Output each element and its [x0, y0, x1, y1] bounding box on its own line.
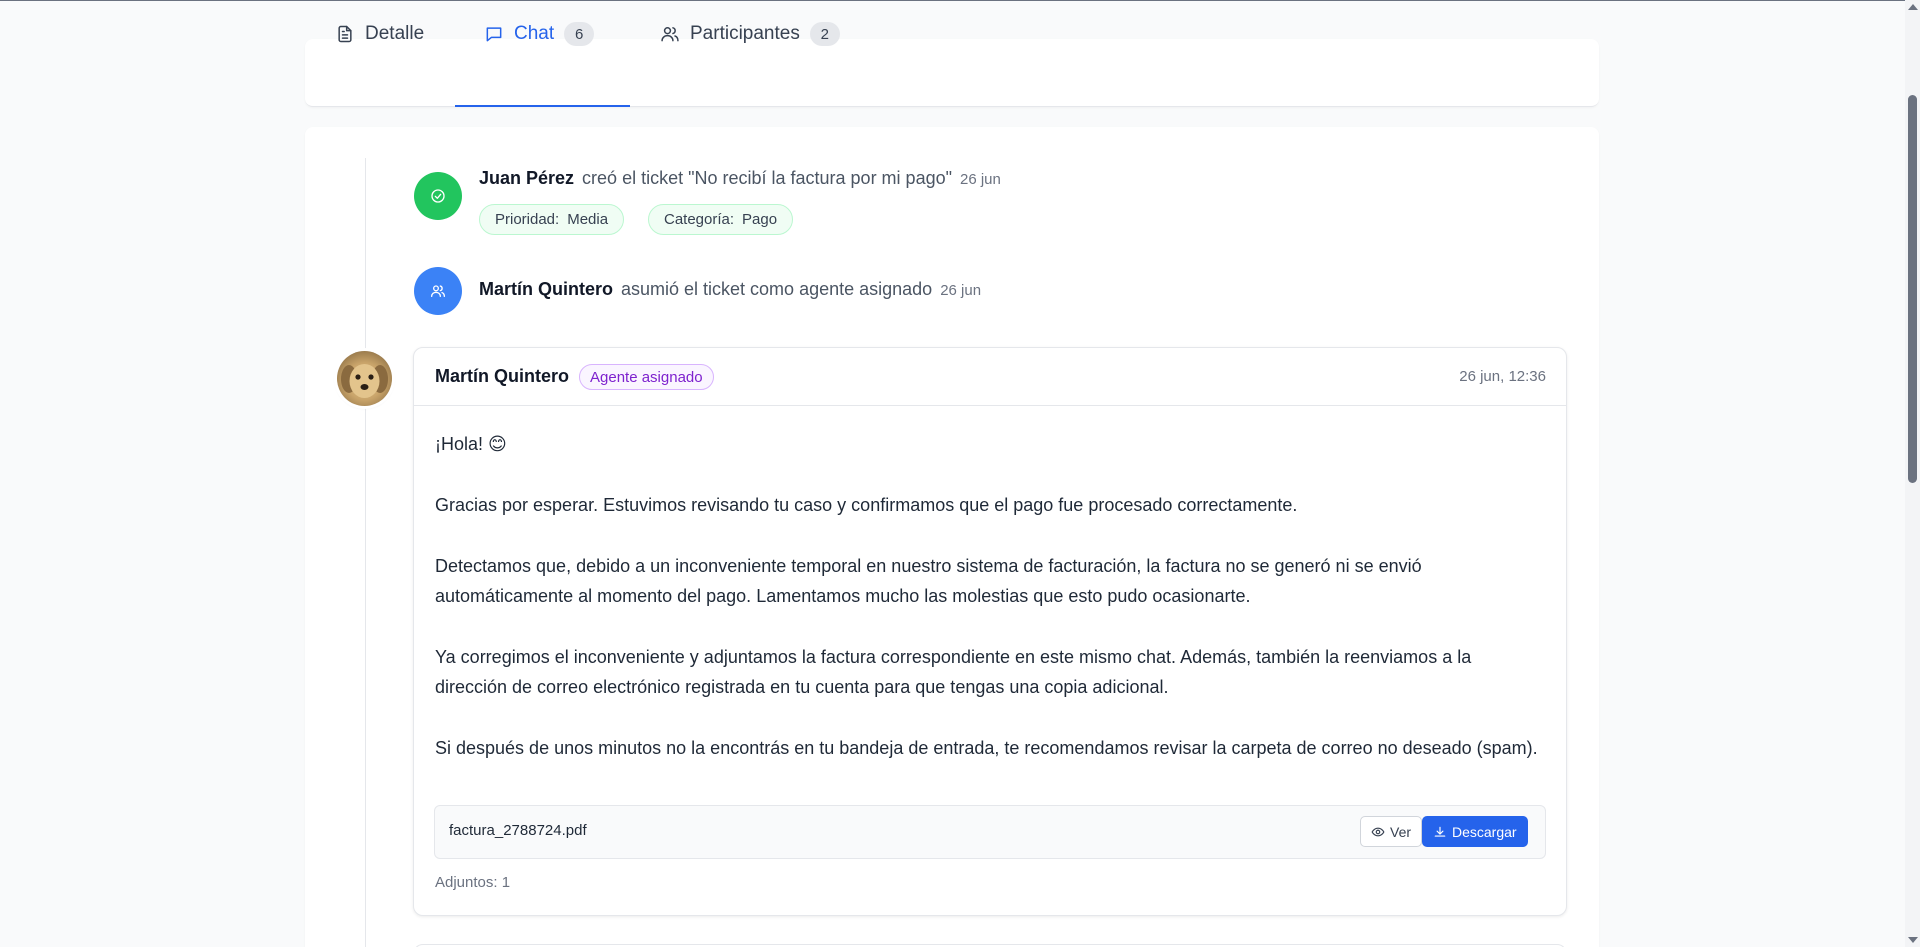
tab-label: Chat	[514, 23, 555, 44]
chip-key: Categoría:	[664, 211, 735, 228]
event-created: Juan Pérez creó el ticket "No recibí la f…	[479, 168, 1001, 189]
message-header: Martín Quintero Agente asignado 26 jun, …	[414, 348, 1566, 406]
users-icon	[431, 285, 445, 297]
message-paragraph: Ya corregimos el inconveniente y adjunta…	[435, 647, 1472, 697]
message-paragraph: ¡Hola! 😊	[435, 434, 507, 454]
priority-chip: Prioridad: Media	[479, 204, 625, 235]
event-assigned: Martín Quintero asumió el ticket como age…	[479, 279, 981, 300]
message-timestamp: 26 jun, 12:36	[1459, 368, 1546, 385]
scroll-down-arrow[interactable]	[1908, 937, 1918, 943]
download-attachment-button[interactable]: Descargar	[1422, 816, 1528, 847]
eye-icon	[1371, 827, 1385, 836]
tab-detalle[interactable]: Detalle	[335, 0, 424, 68]
download-icon	[1434, 826, 1446, 837]
event-assigned-badge	[414, 267, 462, 315]
tab-label: Detalle	[365, 23, 425, 44]
message-paragraph: Gracias por esperar. Estuvimos revisando…	[435, 495, 1298, 515]
message-card: Martín Quintero Agente asignado 26 jun, …	[413, 347, 1567, 916]
message-paragraph: Detectamos que, debido a un inconvenient…	[435, 556, 1422, 606]
event-created-badge	[414, 172, 462, 220]
attachment-row: factura_2788724.pdf Ver Descargar	[434, 805, 1546, 859]
chip-value: Pago	[742, 211, 778, 228]
chip-value: Media	[567, 211, 609, 228]
tab-count-badge: 6	[564, 22, 595, 46]
event-actor: Martín Quintero	[479, 279, 613, 299]
message-paragraph: Si después de unos minutos no la encontr…	[435, 738, 1538, 758]
scroll-up-arrow[interactable]	[1908, 4, 1918, 10]
tab-participantes[interactable]: Participantes 2	[660, 0, 840, 68]
attachments-count: Adjuntos: 1	[435, 874, 511, 891]
message-body: ¡Hola! 😊 Gracias por esperar. Estuvimos …	[435, 429, 1545, 794]
attachment-filename: factura_2788724.pdf	[449, 822, 587, 839]
chat-icon	[486, 27, 502, 42]
tab-chat[interactable]: Chat 6	[484, 0, 595, 68]
tab-label: Participantes	[690, 23, 800, 44]
document-icon	[338, 25, 352, 43]
scrollbar[interactable]	[1905, 0, 1920, 947]
event-actor: Juan Pérez	[479, 168, 575, 188]
category-chip: Categoría: Pago	[648, 204, 794, 235]
event-time: 26 jun	[960, 171, 1001, 188]
view-attachment-button[interactable]: Ver	[1360, 816, 1423, 847]
chip-key: Prioridad:	[495, 211, 560, 228]
tab-count-badge: 2	[809, 22, 840, 46]
role-badge: Agente asignado	[579, 364, 714, 390]
users-icon	[661, 27, 679, 42]
message-author: Martín Quintero	[435, 366, 569, 386]
avatar	[337, 351, 392, 406]
active-tab-indicator	[455, 105, 630, 107]
top-border	[0, 0, 1920, 1]
scroll-thumb[interactable]	[1908, 95, 1917, 483]
check-circle-icon	[431, 189, 445, 203]
event-time: 26 jun	[940, 282, 982, 299]
button-label: Descargar	[1452, 823, 1517, 840]
button-label: Ver	[1390, 823, 1412, 840]
event-action: asumió el ticket como agente asignado	[621, 279, 933, 299]
timeline-line	[365, 158, 366, 947]
event-action: creó el ticket "No recibí la factura por…	[582, 168, 952, 188]
